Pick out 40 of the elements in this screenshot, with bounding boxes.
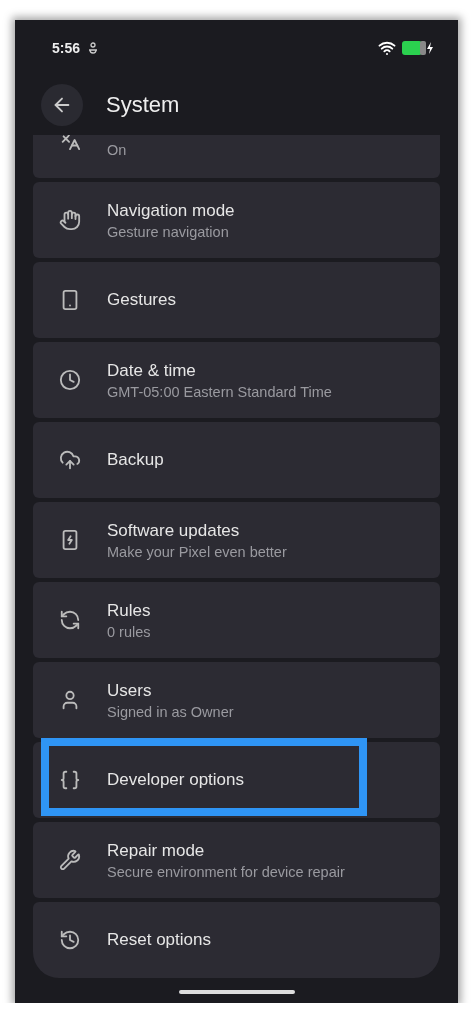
item-title: Developer options: [107, 770, 245, 790]
item-title: Gestures: [107, 290, 176, 310]
battery-icon: [402, 40, 436, 55]
settings-item[interactable]: On: [33, 135, 440, 178]
back-button[interactable]: [41, 84, 83, 126]
item-title: Software updates: [107, 520, 241, 541]
item-subtitle: Signed in as Owner: [107, 703, 234, 720]
item-title: Reset options: [107, 930, 211, 950]
settings-item[interactable]: Gestures: [33, 262, 440, 338]
item-icon: [59, 369, 81, 391]
item-subtitle: On: [107, 142, 127, 158]
item-icon: [59, 609, 81, 631]
settings-item[interactable]: Navigation mode Gesture navigation: [33, 182, 440, 258]
settings-item[interactable]: Software updates Make your Pixel even better: [33, 502, 440, 578]
item-title: Navigation mode: [107, 200, 235, 221]
item-subtitle: Gesture navigation: [107, 223, 230, 240]
item-title: Users: [107, 680, 153, 701]
settings-item[interactable]: Backup: [33, 422, 440, 498]
item-title: Date & time: [107, 360, 197, 381]
settings-item[interactable]: Reset options: [33, 902, 440, 978]
item-subtitle: Secure environment for device repair: [107, 863, 345, 880]
item-icon: [59, 449, 81, 471]
settings-item[interactable]: Repair mode Secure environment for device repair: [33, 822, 440, 898]
settings-item[interactable]: Rules 0 rules: [33, 582, 440, 658]
item-title: Repair mode: [107, 840, 206, 861]
status-time: 5:56: [52, 39, 81, 56]
item-title: Rules: [107, 600, 151, 621]
item-icon: [59, 209, 81, 231]
item-icon: [59, 849, 81, 871]
page-title: System: [106, 92, 180, 118]
item-icon: [59, 769, 81, 791]
settings-item[interactable]: Users Signed in as Owner: [33, 662, 440, 738]
notification-icon: [88, 41, 99, 54]
item-icon: [59, 135, 81, 151]
item-subtitle: GMT-05:00 Eastern Standard Time: [107, 383, 332, 400]
item-subtitle: Make your Pixel even better: [107, 543, 287, 560]
item-subtitle: 0 rules: [107, 623, 151, 640]
item-icon: [59, 929, 81, 951]
item-title: Backup: [107, 450, 164, 470]
settings-item[interactable]: Date & time GMT-05:00 Eastern Standard Time: [33, 342, 440, 418]
